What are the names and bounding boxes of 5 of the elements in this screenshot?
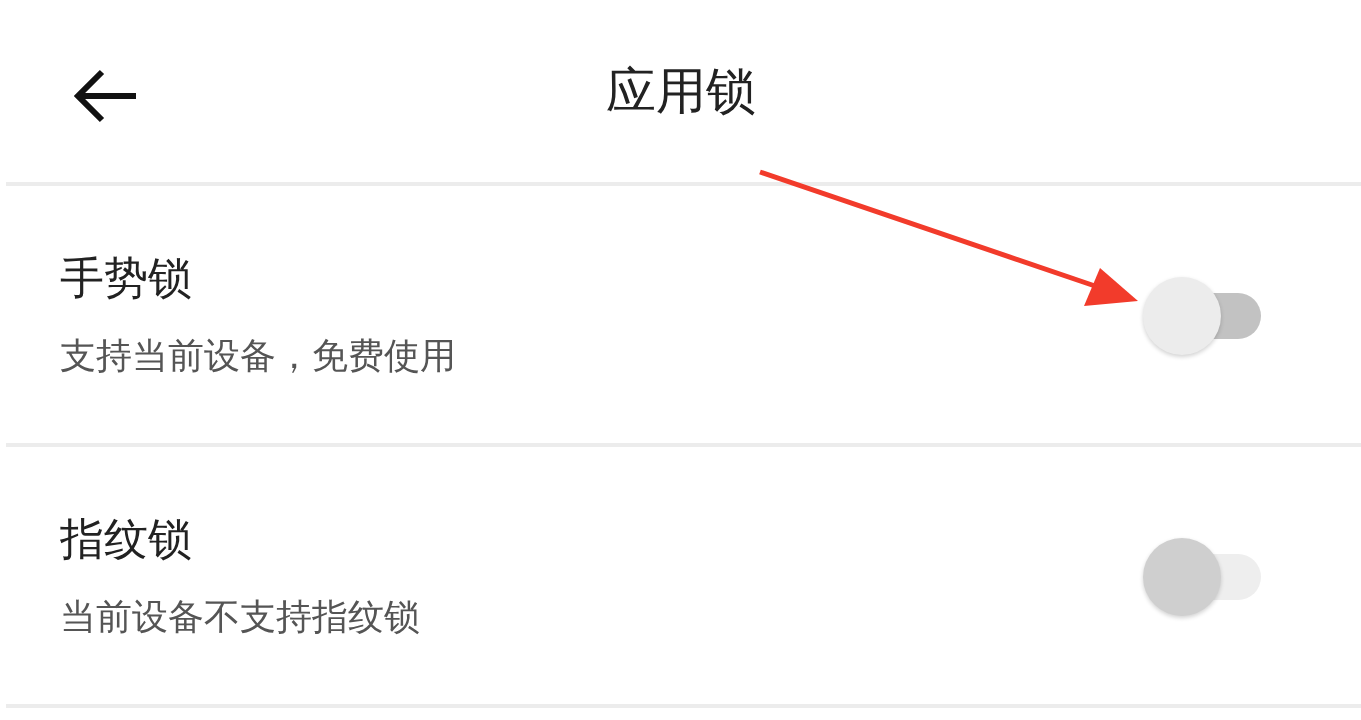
setting-description: 支持当前设备，免费使用	[60, 335, 456, 376]
setting-title: 指纹锁	[60, 514, 193, 563]
setting-title: 手势锁	[60, 253, 193, 302]
page-title: 应用锁	[605, 66, 756, 116]
setting-description: 当前设备不支持指纹锁	[60, 596, 420, 637]
